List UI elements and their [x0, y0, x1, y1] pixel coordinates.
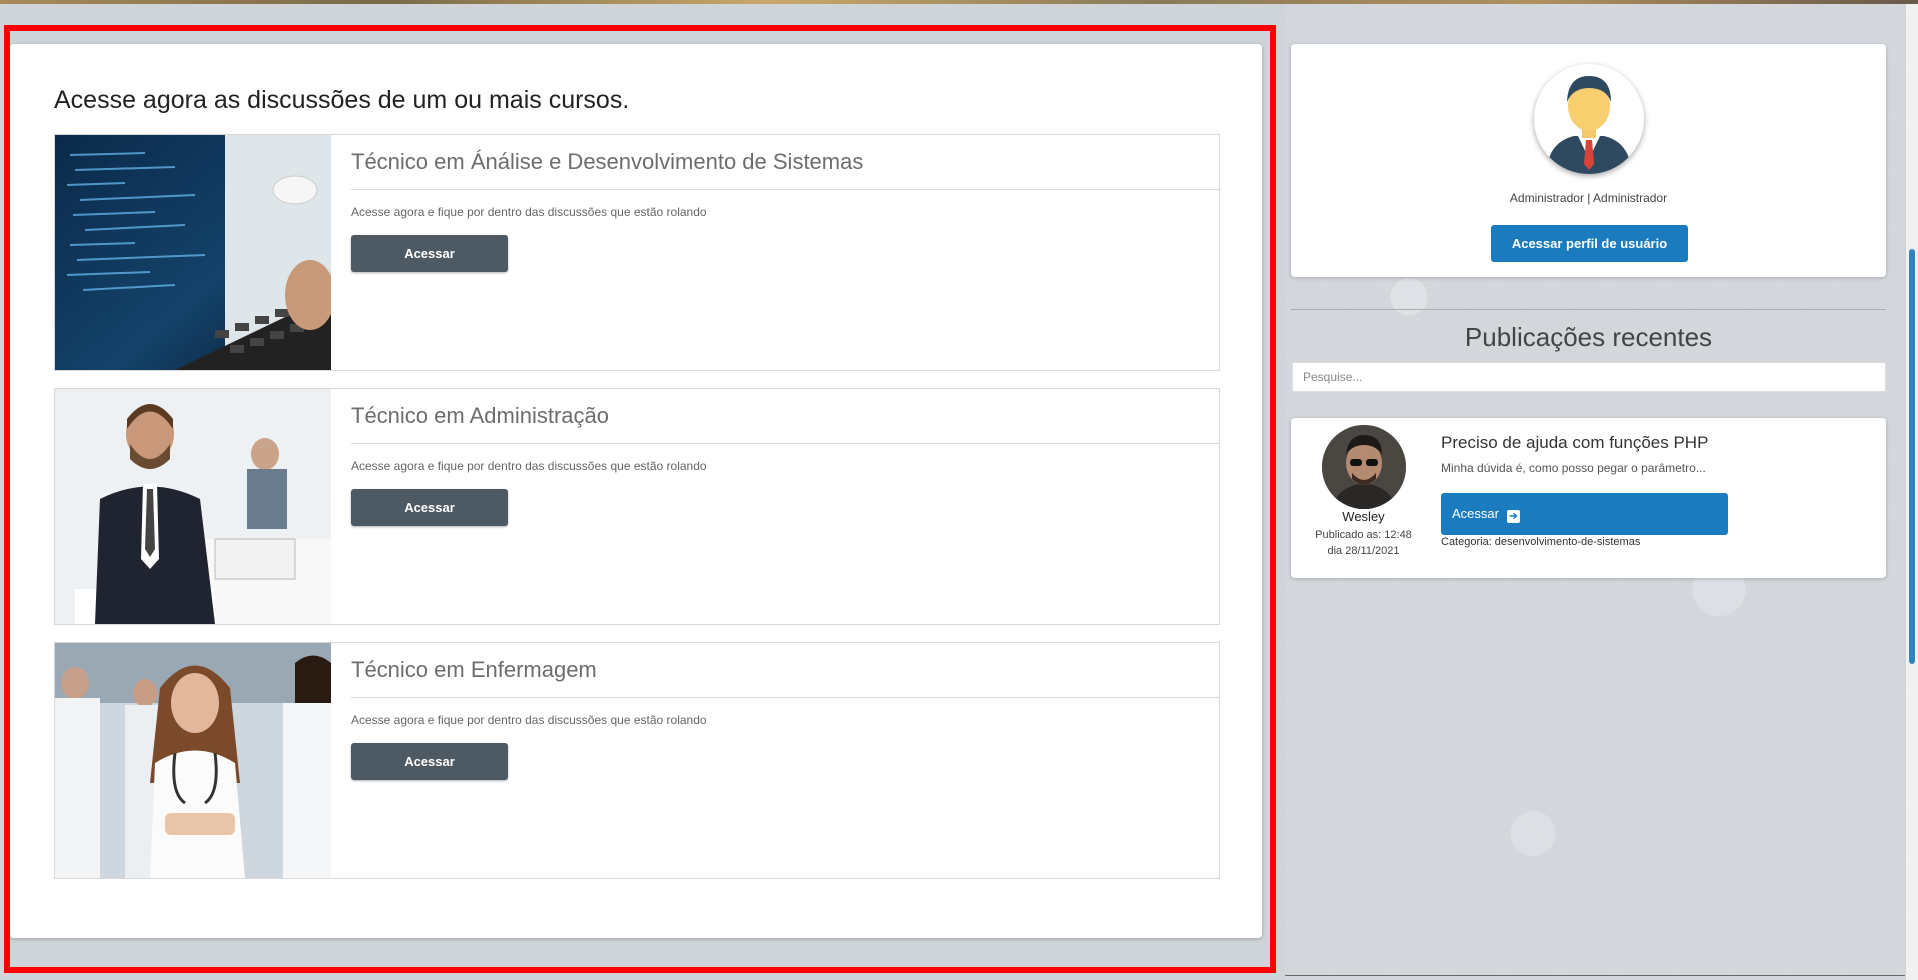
- recent-posts-heading: Publicações recentes: [1464, 322, 1713, 352]
- section-divider: [1291, 309, 1886, 310]
- author-avatar: [1322, 425, 1406, 509]
- admin-avatar-icon: [1534, 64, 1644, 174]
- post-category: Categoria: desenvolvimento-de-sistemas: [1441, 536, 1641, 548]
- post-published-date: dia 28/11/2021: [1327, 545, 1400, 557]
- arrow-right-icon: ➔: [1506, 509, 1520, 523]
- post-card: Wesley Publicado as: 12:48 dia 28/11/202…: [1291, 418, 1886, 578]
- bottom-divider: [1285, 975, 1905, 976]
- user-profile-card: Administrador | Administrador Acessar pe…: [1291, 44, 1886, 277]
- access-profile-button[interactable]: Acessar perfil de usuário: [1491, 225, 1688, 262]
- post-excerpt: Minha dúvida é, como posso pegar o parâm…: [1441, 461, 1706, 475]
- post-access-label: Acessar: [1452, 505, 1499, 521]
- highlight-frame: [4, 25, 1276, 973]
- search-input[interactable]: [1292, 362, 1886, 392]
- post-title: Preciso de ajuda com funções PHP: [1441, 433, 1709, 452]
- post-author-name: Wesley: [1342, 509, 1385, 524]
- post-access-button[interactable]: Acessar ➔: [1441, 493, 1728, 535]
- page-scrollbar[interactable]: [1906, 4, 1918, 980]
- scrollbar-thumb[interactable]: [1909, 249, 1915, 664]
- user-role-label: Administrador | Administrador: [1509, 191, 1668, 205]
- post-published-time: Publicado as: 12:48: [1315, 529, 1412, 541]
